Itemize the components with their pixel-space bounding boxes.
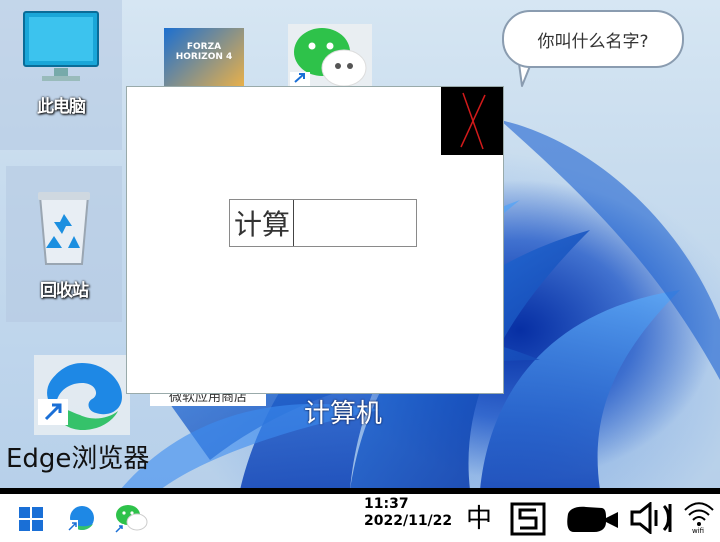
name-prompt-dialog: 计算 bbox=[126, 86, 504, 394]
text-caret bbox=[293, 200, 295, 246]
name-input-value: 计算 bbox=[234, 208, 291, 241]
start-button[interactable] bbox=[18, 506, 44, 536]
desktop-icon-forza[interactable]: FORZA HORIZON 4 bbox=[164, 28, 244, 86]
speech-bubble-text: 你叫什么名字? bbox=[537, 31, 649, 52]
volume-button[interactable] bbox=[630, 500, 676, 538]
windows-icon bbox=[19, 507, 43, 531]
clock-date: 2022/11/22 bbox=[364, 513, 453, 529]
forza-label: FORZA HORIZON 4 bbox=[175, 42, 233, 62]
ime-indicator[interactable]: 中 bbox=[466, 498, 492, 535]
edge-icon bbox=[66, 506, 94, 532]
camera-button[interactable] bbox=[564, 504, 620, 538]
desktop-icon-edge[interactable] bbox=[34, 355, 130, 435]
sogou-s-icon bbox=[510, 502, 546, 536]
taskbar-edge[interactable] bbox=[66, 504, 96, 538]
taskbar-wechat[interactable] bbox=[114, 502, 148, 538]
wechat-icon bbox=[290, 28, 367, 87]
calculator-label[interactable]: 计算机 bbox=[304, 393, 382, 430]
close-icon bbox=[460, 92, 486, 150]
edge-icon bbox=[38, 363, 122, 431]
desktop-icon-recycle-bin[interactable]: 回收站 bbox=[6, 166, 122, 322]
wifi-label: wifi bbox=[692, 527, 705, 535]
edge-label: Edge浏览器 bbox=[6, 444, 150, 474]
close-button[interactable] bbox=[441, 87, 503, 155]
clock-time: 11:37 bbox=[364, 496, 409, 512]
taskbar: 11:37 2022/11/22 中 wifi bbox=[0, 488, 720, 540]
monitor-icon bbox=[23, 11, 99, 81]
desktop-icon-this-pc[interactable]: 此电脑 bbox=[0, 0, 122, 150]
recycle-bin-icon bbox=[38, 192, 90, 265]
recycle-bin-label: 回收站 bbox=[40, 281, 89, 301]
wechat-icon bbox=[114, 505, 148, 534]
this-pc-label: 此电脑 bbox=[37, 97, 86, 117]
wifi-button[interactable]: wifi bbox=[682, 498, 716, 542]
system-clock[interactable]: 11:37 2022/11/22 bbox=[364, 496, 456, 530]
camera-icon bbox=[567, 506, 618, 532]
name-input[interactable]: 计算 bbox=[229, 199, 417, 247]
sogou-ime-button[interactable] bbox=[510, 502, 546, 540]
speaker-icon bbox=[630, 500, 672, 536]
desktop-icon-wechat[interactable] bbox=[288, 24, 372, 87]
speech-bubble: 你叫什么名字? bbox=[502, 10, 684, 68]
